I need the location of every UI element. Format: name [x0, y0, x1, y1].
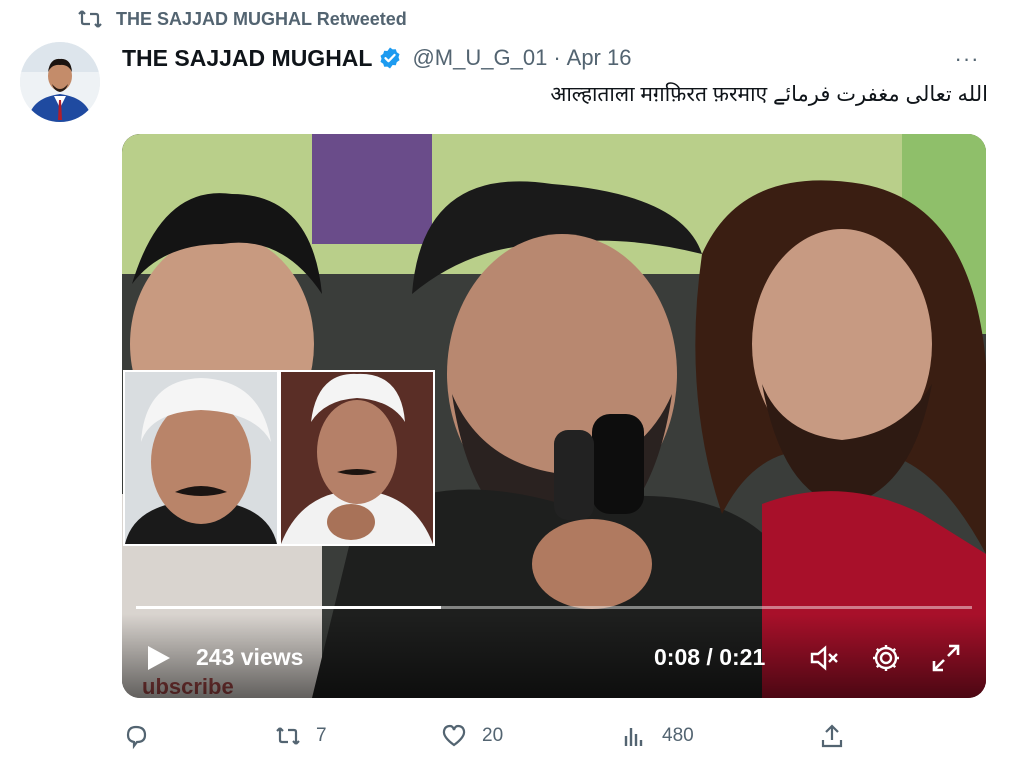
retweet-banner[interactable]: THE SAJJAD MUGHAL Retweeted [78, 8, 407, 30]
settings-gear-icon[interactable] [870, 642, 902, 674]
retweet-icon [276, 727, 300, 745]
volume-muted-icon[interactable] [808, 642, 840, 674]
share-button[interactable] [818, 722, 846, 750]
heart-icon [442, 724, 466, 747]
video-progress-fill [136, 606, 442, 609]
author-handle[interactable]: @M_U_G_01 [412, 45, 547, 71]
avatar[interactable] [20, 42, 100, 122]
author-name[interactable]: THE SAJJAD MUGHAL [122, 45, 372, 72]
video-player[interactable]: ubscribe 243 views [122, 134, 986, 698]
inset-photo-right [281, 372, 433, 544]
retweet-count: 7 [316, 725, 327, 746]
retweet-banner-text: THE SAJJAD MUGHAL Retweeted [116, 8, 407, 29]
like-button[interactable]: 20 [440, 722, 503, 750]
retweet-button[interactable]: 7 [274, 722, 327, 750]
share-icon [821, 724, 843, 748]
separator-dot: · [553, 45, 561, 70]
views-button[interactable]: 480 [620, 722, 694, 750]
video-controls: 243 views 0:08 / 0:21 [122, 614, 986, 698]
tweet-text: الله تعالی مغفرت فرمائے आल्हाताला मग़फ़ि… [550, 83, 988, 106]
more-options-button[interactable]: ··· [952, 44, 982, 74]
tweet-action-bar: 7 20 480 [122, 722, 843, 756]
tweet-header: THE SAJJAD MUGHAL @M_U_G_01 · Apr 16 [122, 42, 631, 74]
like-count: 20 [482, 725, 504, 746]
verified-badge-icon[interactable] [378, 46, 402, 70]
play-icon[interactable] [146, 644, 172, 672]
tweet-date[interactable]: Apr 16 [567, 45, 632, 71]
reply-button[interactable] [122, 722, 164, 750]
reply-icon [126, 725, 147, 750]
video-progress-bar[interactable] [136, 606, 972, 609]
fullscreen-icon[interactable] [930, 642, 962, 674]
view-count-label: 243 views [196, 644, 304, 670]
inset-photos [123, 370, 435, 546]
view-count: 480 [662, 725, 694, 746]
retweet-icon [78, 10, 102, 28]
video-timestamp: 0:08 / 0:21 [654, 644, 766, 670]
analytics-bar-icon [624, 728, 643, 746]
inset-photo-left [125, 372, 277, 544]
